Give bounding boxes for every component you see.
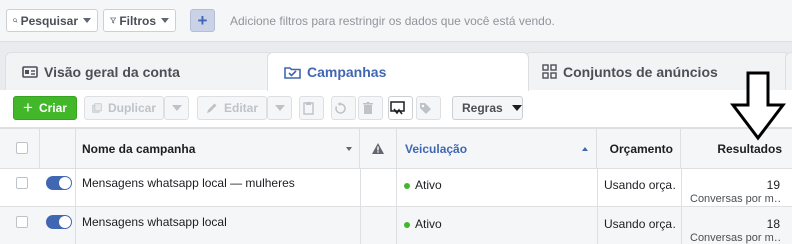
- preview-button[interactable]: [388, 96, 413, 120]
- clipboard-button[interactable]: [299, 96, 324, 120]
- column-header-delivery[interactable]: Veiculação: [397, 129, 597, 168]
- row-checkbox[interactable]: [16, 216, 28, 228]
- duplicate-icon: [92, 103, 102, 113]
- tag-button[interactable]: [416, 96, 441, 120]
- tag-icon: [420, 102, 431, 114]
- toolbar: + Criar Duplicar Editar Regras: [0, 90, 792, 128]
- clipboard-icon: [303, 102, 314, 115]
- column-label: Veiculação: [405, 141, 468, 156]
- column-label: Orçamento: [609, 141, 673, 156]
- delivery-label: Ativo: [415, 178, 442, 192]
- delivery-label: Ativo: [415, 217, 442, 231]
- undo-icon: [335, 101, 346, 114]
- tab-account-overview[interactable]: Visão geral da conta: [5, 52, 273, 90]
- table-row[interactable]: Mensagens whatsapp local — mulheres Ativ…: [0, 169, 792, 207]
- add-filter-button[interactable]: +: [190, 9, 215, 32]
- annotation-down-arrow-icon: [730, 71, 786, 141]
- tab-campaigns[interactable]: Campanhas: [267, 52, 529, 91]
- sort-ascending-icon: [582, 147, 588, 151]
- plus-icon: +: [23, 98, 33, 117]
- column-menu-caret-icon[interactable]: [346, 147, 352, 151]
- select-all-checkbox[interactable]: [16, 142, 28, 154]
- duplicate-label: Duplicar: [107, 101, 156, 115]
- result-type: Conversas por m…: [690, 193, 780, 205]
- result-type: Conversas por m…: [690, 232, 780, 244]
- budget-value: Usando orça…: [604, 217, 676, 231]
- delete-button[interactable]: [358, 96, 383, 120]
- tab-label: Visão geral da conta: [44, 63, 180, 80]
- table-header: Nome da campanha Veiculação Orçamento Re…: [0, 128, 792, 169]
- column-header-warnings[interactable]: [360, 129, 397, 168]
- search-label: Pesquisar: [20, 13, 78, 28]
- row-checkbox[interactable]: [16, 177, 28, 189]
- tab-label: Campanhas: [307, 64, 387, 80]
- duplicate-button[interactable]: Duplicar: [84, 96, 164, 120]
- rules-label: Regras: [462, 101, 503, 115]
- status-dot-icon: [404, 221, 410, 228]
- filters-dropdown-button[interactable]: Filtros: [103, 9, 176, 32]
- budget-value: Usando orça…: [604, 178, 676, 192]
- delivery-status: Ativo: [404, 178, 442, 192]
- edit-menu-button[interactable]: [267, 96, 292, 120]
- status-dot-icon: [404, 182, 410, 189]
- chevron-down-icon: [171, 105, 182, 111]
- chevron-down-icon: [83, 18, 91, 23]
- edit-button[interactable]: Editar: [197, 96, 267, 120]
- folder-icon: [284, 67, 301, 79]
- warning-icon: [372, 143, 384, 154]
- tab-ads[interactable]: [785, 52, 792, 90]
- tab-label: Conjuntos de anúncios: [563, 63, 718, 80]
- search-dropdown-button[interactable]: Pesquisar: [6, 9, 98, 32]
- duplicate-menu-button[interactable]: [164, 96, 189, 120]
- grid-icon: [542, 64, 557, 79]
- chevron-down-icon: [161, 18, 169, 23]
- campaign-name-link[interactable]: Mensagens whatsapp local — mulheres: [82, 176, 352, 190]
- undo-button[interactable]: [331, 96, 356, 120]
- table-row[interactable]: Mensagens whatsapp local Ativo Usando or…: [0, 207, 792, 244]
- delivery-status: Ativo: [404, 217, 442, 231]
- account-overview-icon: [22, 65, 38, 78]
- create-button[interactable]: + Criar: [13, 96, 77, 120]
- trash-icon: [362, 101, 373, 114]
- funnel-icon: [110, 17, 117, 24]
- column-label: Nome da campanha: [82, 141, 196, 156]
- result-value: 19: [766, 178, 780, 192]
- column-header-budget[interactable]: Orçamento: [597, 129, 681, 168]
- search-icon: [13, 18, 18, 23]
- pencil-icon: [207, 103, 217, 113]
- edit-label: Editar: [224, 101, 259, 115]
- column-header-name[interactable]: Nome da campanha: [76, 129, 360, 168]
- campaign-name-link[interactable]: Mensagens whatsapp local: [82, 215, 352, 229]
- preview-icon: [390, 101, 405, 115]
- create-label: Criar: [38, 101, 67, 115]
- filters-label: Filtros: [119, 13, 156, 28]
- filter-hint[interactable]: Adicione filtros para restringir os dado…: [230, 14, 555, 28]
- chevron-down-icon: [274, 105, 285, 111]
- filter-bar: Pesquisar Filtros + Adicione filtros par…: [0, 0, 792, 42]
- chevron-down-icon: [511, 105, 522, 111]
- column-label: Resultados: [717, 141, 782, 156]
- result-value: 18: [766, 217, 780, 231]
- rules-dropdown-button[interactable]: Regras: [452, 96, 523, 120]
